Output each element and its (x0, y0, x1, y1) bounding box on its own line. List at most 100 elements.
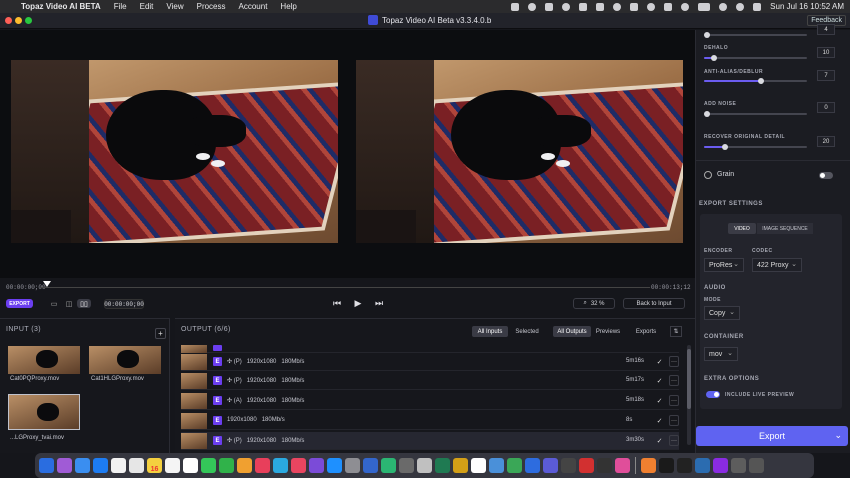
dock-app-icon[interactable] (731, 458, 746, 473)
row-more-button[interactable]: ··· (669, 395, 679, 406)
row-more-button[interactable]: ··· (669, 435, 679, 446)
export-preview-button[interactable]: EXPORT (6, 299, 33, 308)
step-forward-icon[interactable]: ⏭ (373, 297, 385, 309)
dock-app-icon[interactable] (39, 458, 54, 473)
table-row-partial[interactable] (181, 345, 679, 353)
antialias-slider[interactable] (704, 78, 807, 84)
dock-app-icon[interactable] (219, 458, 234, 473)
top-slider[interactable] (704, 32, 807, 38)
all-outputs-tab[interactable]: All Outputs (553, 326, 591, 337)
split-view-icon[interactable]: ◫ (62, 299, 76, 308)
recover-detail-slider[interactable] (704, 144, 807, 150)
timeline-scrubber[interactable] (40, 287, 650, 288)
check-icon[interactable]: ✓ (655, 436, 664, 445)
dehalo-value[interactable]: 10 (817, 47, 835, 58)
dock-app-icon[interactable] (345, 458, 360, 473)
dock-app-icon[interactable] (363, 458, 378, 473)
dock-app-icon[interactable] (75, 458, 90, 473)
menu-process[interactable]: Process (197, 2, 226, 11)
dock-app-icon[interactable] (183, 458, 198, 473)
dock-app-icon[interactable] (579, 458, 594, 473)
encoder-dropdown[interactable]: ProRes (704, 258, 744, 272)
audio-mode-dropdown[interactable]: Copy (704, 306, 740, 320)
search-icon[interactable] (736, 2, 745, 11)
antialias-value[interactable]: 7 (817, 70, 835, 81)
recover-detail-value[interactable]: 20 (817, 136, 835, 147)
dock-app-icon[interactable] (381, 458, 396, 473)
dock-app-icon[interactable] (327, 458, 342, 473)
calendar-icon[interactable]: 16 (147, 458, 162, 473)
grain-radio[interactable] (704, 171, 712, 179)
gear-icon[interactable] (613, 2, 622, 11)
dock-app-icon[interactable] (435, 458, 450, 473)
status-icon-9[interactable] (647, 2, 656, 11)
previews-tab[interactable]: Previews (591, 326, 625, 337)
live-preview-toggle[interactable] (706, 391, 720, 398)
dock-app-icon[interactable] (57, 458, 72, 473)
menubar-datetime[interactable]: Sun Jul 16 10:52 AM (770, 2, 844, 11)
dock-app-icon[interactable] (93, 458, 108, 473)
table-row[interactable]: E 1920x1080 180Mb/s 8s ✓ ··· (181, 412, 679, 430)
dock-app-icon[interactable] (273, 458, 288, 473)
sort-icon[interactable]: ⇅ (670, 326, 682, 337)
status-icon-10[interactable] (664, 2, 673, 11)
status-icon-5[interactable] (579, 2, 588, 11)
current-time-field[interactable]: 00:00:00;00 (104, 299, 144, 309)
wifi-icon[interactable] (719, 2, 728, 11)
side-by-side-view-icon[interactable]: ▯▯ (77, 299, 91, 308)
codec-dropdown[interactable]: 422 Proxy (752, 258, 802, 272)
dock-app-icon[interactable] (417, 458, 432, 473)
filter-selected-tab[interactable]: Selected (509, 326, 545, 337)
output-scrollbar-thumb[interactable] (687, 349, 691, 409)
check-icon[interactable]: ✓ (655, 396, 664, 405)
dock-app-icon[interactable] (111, 458, 126, 473)
dock-app-icon[interactable] (471, 458, 486, 473)
table-row[interactable]: E ✣ (A) 1920x1080 180Mb/s 5m18s ✓ ··· (181, 392, 679, 410)
video-tab[interactable]: VIDEO (728, 223, 756, 234)
back-to-input-button[interactable]: Back to Input (623, 298, 685, 309)
status-icon-6[interactable] (596, 2, 605, 11)
bluetooth-icon[interactable] (681, 2, 690, 11)
status-icon-2[interactable] (528, 2, 537, 11)
dock-app-icon[interactable] (713, 458, 728, 473)
dock-app-icon[interactable] (749, 458, 764, 473)
dock-app-icon[interactable] (543, 458, 558, 473)
table-row[interactable]: E ✣ (P) 1920x1080 180Mb/s 5m16s ✓ ··· (181, 353, 679, 371)
dock-app-icon[interactable] (695, 458, 710, 473)
input-thumbnail-2[interactable] (89, 346, 161, 374)
dock-app-icon[interactable] (399, 458, 414, 473)
row-more-button[interactable]: ··· (669, 415, 679, 426)
dock-app-icon[interactable] (561, 458, 576, 473)
add-noise-slider[interactable] (704, 111, 807, 117)
menu-app-name[interactable]: Topaz Video AI BETA (21, 2, 101, 11)
grain-toggle[interactable] (819, 172, 833, 179)
row-more-button[interactable]: ··· (669, 356, 679, 367)
container-dropdown[interactable]: mov (704, 347, 738, 361)
chevron-down-icon[interactable]: ⌄ (834, 430, 842, 441)
single-view-icon[interactable]: ▭ (47, 299, 61, 308)
image-sequence-tab[interactable]: IMAGE SEQUENCE (757, 223, 813, 234)
add-input-button[interactable]: + (155, 328, 166, 339)
add-noise-value[interactable]: 0 (817, 102, 835, 113)
dock-app-icon[interactable] (615, 458, 630, 473)
status-icon-1[interactable] (511, 2, 520, 11)
menu-file[interactable]: File (114, 2, 127, 11)
dock-app-icon[interactable] (453, 458, 468, 473)
menu-account[interactable]: Account (239, 2, 268, 11)
dock-app-icon[interactable] (597, 458, 612, 473)
control-center-icon[interactable] (753, 2, 762, 11)
menu-view[interactable]: View (166, 2, 183, 11)
export-button[interactable]: Export ⌄ (696, 426, 848, 446)
enhanced-video-preview[interactable] (356, 60, 683, 243)
zoom-window-button[interactable] (25, 17, 32, 24)
top-slider-value[interactable]: 4 (817, 24, 835, 35)
playhead-handle[interactable] (43, 281, 51, 287)
minimize-window-button[interactable] (15, 17, 22, 24)
status-icon-4[interactable] (562, 2, 571, 11)
menu-edit[interactable]: Edit (140, 2, 154, 11)
zoom-dropdown[interactable]: ⌕ 32 % (573, 298, 615, 309)
dock-app-icon[interactable] (641, 458, 656, 473)
dock-app-icon[interactable] (237, 458, 252, 473)
input-thumbnail-1[interactable] (8, 346, 80, 374)
play-icon[interactable]: ▶ (352, 297, 364, 309)
